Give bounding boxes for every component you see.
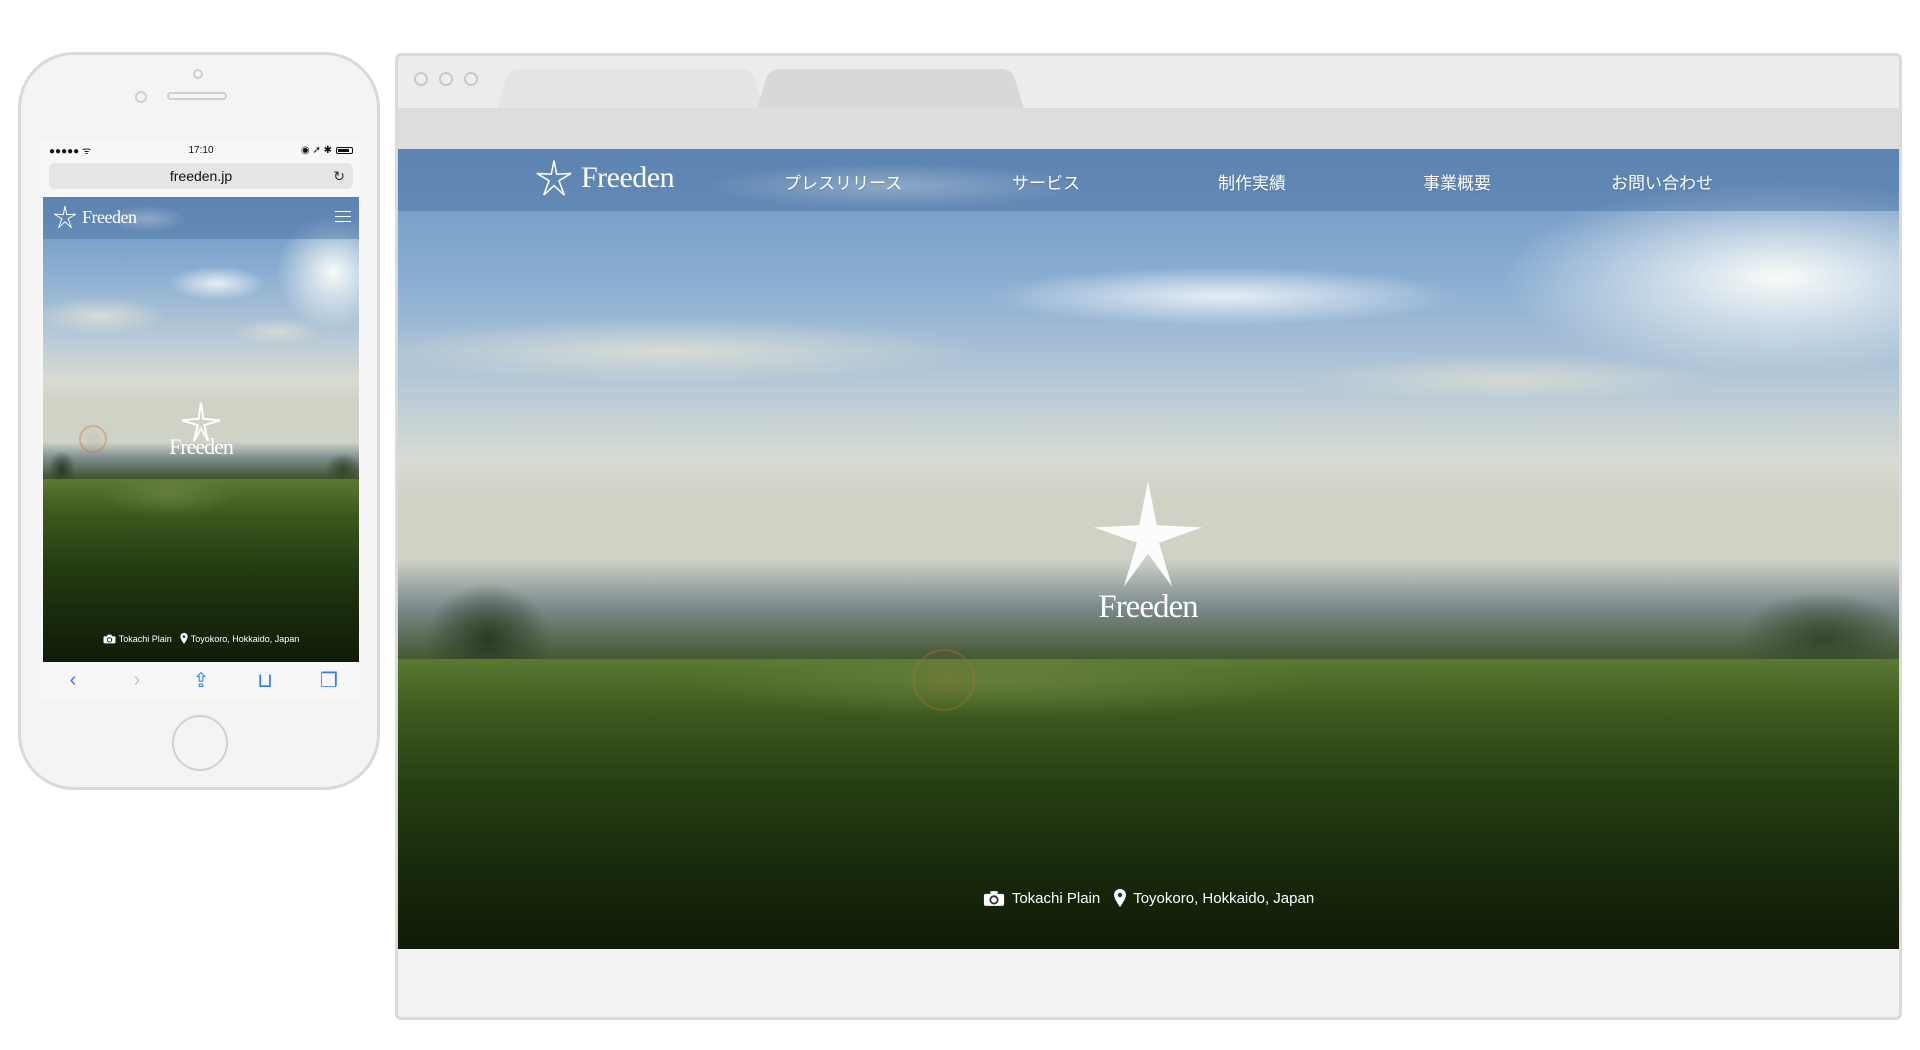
minimize-button[interactable] — [439, 72, 453, 86]
tabs-icon[interactable]: ❐ — [309, 668, 349, 693]
status-bar: ●●●●● ᯤ 17:10 ◉ ➚ ✱ — [41, 139, 361, 161]
bookmarks-icon[interactable]: ⊔ — [245, 668, 285, 693]
nav-press-release[interactable]: プレスリリース — [784, 169, 902, 194]
photo-title: Tokachi Plain — [1011, 889, 1101, 907]
nav-company[interactable]: 事業概要 — [1423, 169, 1491, 194]
mobile-photo-credit: Tokachi Plain Toyokoro, Hokkaido, Japan — [43, 633, 359, 644]
safari-toolbar: ‹ › ⇪ ⊔ ❐ — [41, 662, 361, 698]
sensor-icon — [135, 91, 147, 103]
photo-title: Tokachi Plain — [118, 633, 172, 644]
star-logo-icon — [536, 160, 572, 196]
phone-screen: ●●●●● ᯤ 17:10 ◉ ➚ ✱ freeden.jp ↻ Freeden — [41, 139, 361, 698]
status-right: ◉ ➚ ✱ — [301, 145, 353, 156]
hero-star-icon — [1094, 481, 1202, 587]
menu-icon[interactable] — [335, 211, 351, 226]
nav-works[interactable]: 制作実績 — [1218, 169, 1286, 194]
photo-credit: Tokachi Plain Toyokoro, Hokkaido, Japan — [398, 889, 1899, 907]
maximize-button[interactable] — [464, 72, 478, 86]
location-pin-icon — [1114, 889, 1127, 907]
phone-mockup: ●●●●● ᯤ 17:10 ◉ ➚ ✱ freeden.jp ↻ Freeden — [18, 52, 380, 790]
mobile-hero-name: Freeden — [169, 434, 234, 459]
lens-flare — [913, 649, 975, 711]
lens-flare — [79, 425, 107, 453]
back-icon[interactable]: ‹ — [53, 669, 93, 692]
browser-toolbar — [398, 108, 1899, 149]
photo-location: Toyokoro, Hokkaido, Japan — [1133, 889, 1315, 907]
camera-icon — [983, 890, 1004, 906]
site-navbar: Freeden プレスリリース サービス 制作実績 事業概要 お問い合わせ — [398, 149, 1899, 211]
site-logo[interactable]: Freeden — [535, 159, 675, 197]
photo-location: Toyokoro, Hokkaido, Japan — [190, 633, 300, 644]
browser-window: Freeden プレスリリース サービス 制作実績 事業概要 お問い合わせ Fr… — [395, 53, 1902, 1020]
share-icon[interactable]: ⇪ — [181, 668, 221, 693]
mobile-url: freeden.jp — [169, 168, 233, 184]
title-bar — [398, 56, 1899, 111]
home-button[interactable] — [172, 715, 228, 771]
mobile-address-bar[interactable]: freeden.jp ↻ — [49, 163, 353, 189]
nav-service[interactable]: サービス — [1012, 169, 1080, 194]
star-logo-icon — [53, 205, 77, 229]
location-pin-icon — [180, 633, 188, 644]
nav-contact[interactable]: お問い合わせ — [1611, 169, 1713, 194]
hero-brand-name: Freeden — [1098, 589, 1198, 625]
reload-icon[interactable]: ↻ — [333, 163, 345, 189]
close-button[interactable] — [414, 72, 428, 86]
brand-name: Freeden — [581, 161, 675, 194]
battery-icon — [336, 146, 353, 154]
tab-active[interactable] — [496, 69, 765, 111]
status-icons: ◉ ➚ ✱ — [300, 144, 332, 156]
mobile-navbar: Freeden — [43, 197, 359, 239]
mobile-logo[interactable]: Freeden — [53, 205, 137, 229]
front-camera-icon — [193, 69, 203, 79]
earpiece-speaker — [167, 92, 227, 100]
camera-icon — [103, 634, 116, 643]
mobile-brand-name: Freeden — [82, 206, 137, 227]
tab-inactive[interactable] — [756, 69, 1025, 111]
desktop-viewport: Freeden プレスリリース サービス 制作実績 事業概要 お問い合わせ Fr… — [398, 149, 1899, 949]
forward-icon[interactable]: › — [117, 669, 157, 692]
mobile-viewport: Freeden Freeden Tokachi Plain Toyokoro, … — [43, 197, 359, 667]
